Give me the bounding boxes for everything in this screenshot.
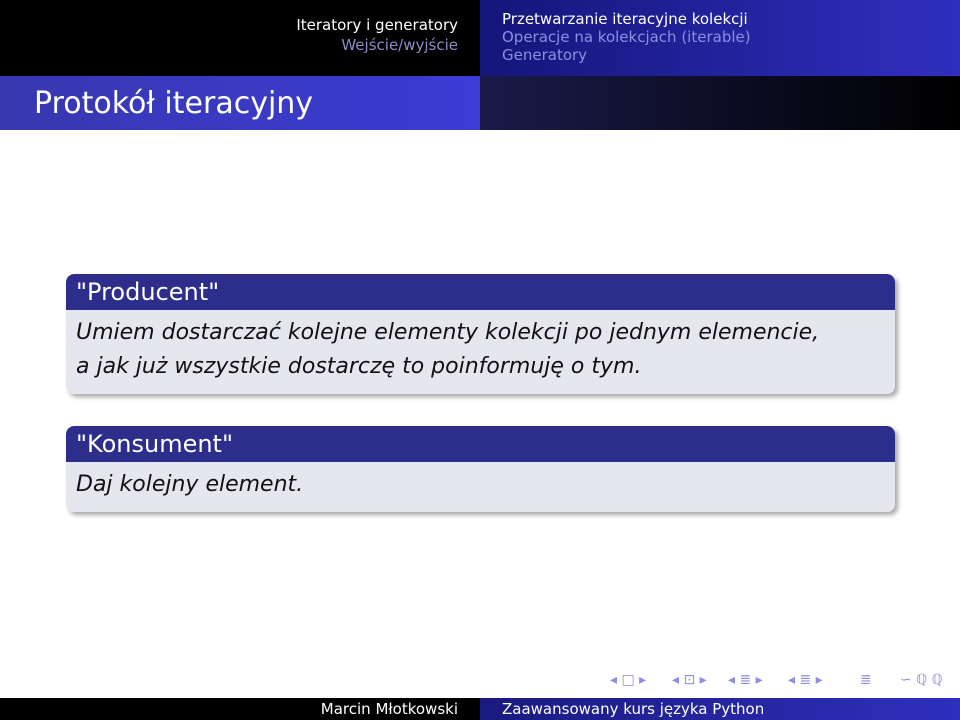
header-section-area: Iteratory i generatory Wejście/wyjście [0,0,480,76]
block-title: "Konsument" [66,426,895,462]
section-subtitle-link[interactable]: Wejście/wyjście [341,36,458,54]
section-nav-icon[interactable]: ◂ ≣ ▸ [728,669,763,691]
section-title-link[interactable]: Iteratory i generatory [296,16,458,34]
subsection-nav-icon[interactable]: ◂ ⊡ ▸ [672,669,707,691]
block-line: a jak już wszystkie dostarczę to poinfor… [76,354,642,379]
frame-title-left: Protokół iteracyjny [0,76,480,130]
footer-author: Marcin Młotkowski [0,698,480,720]
consumer-block: "Konsument" Daj kolejny element. [66,426,895,512]
subsection-nav2-icon[interactable]: ◂ ≣ ▸ [788,669,823,691]
header-bar: Iteratory i generatory Wejście/wyjście P… [0,0,960,76]
footer-title: Zaawansowany kurs języka Python [480,698,960,720]
block-line: Umiem dostarczać kolejne elementy kolekc… [76,320,820,345]
footer-bar: Marcin Młotkowski Zaawansowany kurs języ… [0,698,960,720]
subsection-link-1[interactable]: Przetwarzanie iteracyjne kolekcji [502,10,751,28]
subsection-link-2[interactable]: Operacje na kolekcjach (iterable) [502,28,751,46]
header-subsection-area: Przetwarzanie iteracyjne kolekcji Operac… [480,0,960,76]
block-title: "Producent" [66,274,895,310]
frame-title-right [480,76,960,130]
subsection-link-3[interactable]: Generatory [502,46,751,64]
frame-nav-icon[interactable]: ◂ □ ▸ [610,669,646,691]
block-body: Umiem dostarczać kolejne elementy kolekc… [66,310,895,394]
frame-title: Protokół iteracyjny [34,86,314,121]
subsection-list: Przetwarzanie iteracyjne kolekcji Operac… [502,10,751,64]
block-body: Daj kolejny element. [66,462,895,512]
producer-block: "Producent" Umiem dostarczać kolejne ele… [66,274,895,394]
block-line: Daj kolejny element. [76,472,304,497]
align-icon[interactable]: ≣ [860,669,872,691]
navigation-symbols: ◂ □ ▸ ◂ ⊡ ▸ ◂ ≣ ▸ ◂ ≣ ▸ ≣ ∽ ℚ ℚ [610,669,960,691]
search-icon[interactable]: ∽ ℚ ℚ [900,669,943,691]
frame-title-bar: Protokół iteracyjny [0,76,960,130]
